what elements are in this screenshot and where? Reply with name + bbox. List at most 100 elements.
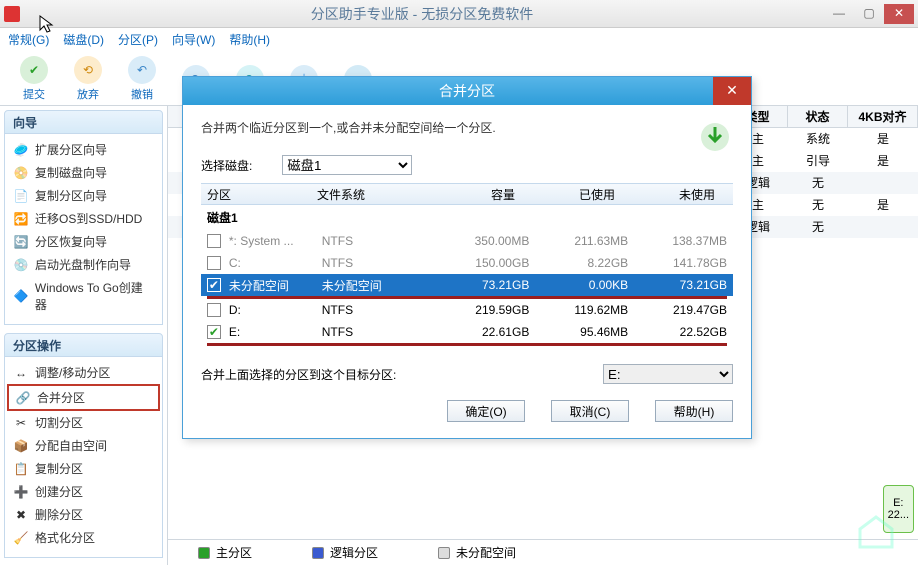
toolbar-discard[interactable]: ⟲ 放弃 [70, 56, 106, 102]
swatch-icon [312, 547, 324, 559]
check-icon: ✔ [20, 56, 48, 84]
delete-icon: ✖ [13, 507, 29, 523]
sidebar-item-label: 启动光盘制作向导 [35, 256, 131, 273]
col-status: 状态 [788, 106, 848, 127]
destination-row: 合并上面选择的分区到这个目标分区: E: [201, 364, 733, 384]
window-title: 分区助手专业版 - 无损分区免费软件 [20, 4, 824, 24]
split-icon: ✂ [13, 415, 29, 431]
create-icon: ➕ [13, 484, 29, 500]
partition-row-selected[interactable]: ✔ 未分配空间 未分配空间 73.21GB 0.00KB 73.21GB [201, 274, 733, 296]
undo-icon: ↶ [128, 56, 156, 84]
checkbox[interactable]: ✔ [207, 278, 221, 292]
disk-select-label: 选择磁盘: [201, 157, 252, 174]
toolbar-discard-label: 放弃 [77, 86, 99, 102]
menubar: 常规(G) 磁盘(D) 分区(P) 向导(W) 帮助(H) [0, 28, 918, 50]
watermark-badge [852, 507, 900, 555]
merge-dialog: 合并分区 ✕ 合并两个临近分区到一个,或合并未分配空间给一个分区. 选择磁盘: … [182, 76, 752, 439]
menu-general[interactable]: 常规(G) [8, 31, 49, 48]
close-button[interactable]: ✕ [884, 4, 914, 24]
sidebar-item-copy-part[interactable]: 📄复制分区向导 [7, 184, 160, 207]
ok-button[interactable]: 确定(O) [447, 400, 525, 422]
legend: 主分区 逻辑分区 未分配空间 [168, 539, 918, 565]
sidebar-item-label: 合并分区 [37, 389, 85, 406]
legend-logical: 逻辑分区 [312, 544, 378, 561]
destination-label: 合并上面选择的分区到这个目标分区: [201, 366, 396, 383]
dialog-description: 合并两个临近分区到一个,或合并未分配空间给一个分区. [201, 119, 733, 136]
menu-help[interactable]: 帮助(H) [229, 31, 270, 48]
dialog-buttons: 确定(O) 取消(C) 帮助(H) [201, 396, 733, 426]
sidebar-item-delete[interactable]: ✖ 删除分区 [7, 503, 160, 526]
checkbox[interactable]: ✔ [207, 325, 221, 339]
sidebar-item-copy-disk[interactable]: 📀复制磁盘向导 [7, 161, 160, 184]
partition-row[interactable]: *: System ... NTFS 350.00MB 211.63MB 138… [201, 230, 733, 252]
sidebar-item-resize[interactable]: ↔ 调整/移动分区 [7, 361, 160, 384]
alloc-icon: 📦 [13, 438, 29, 454]
app-icon [4, 6, 20, 22]
sidebar-item-wintogo[interactable]: 🔷 Windows To Go创建器 [7, 276, 160, 316]
toolbar-commit-label: 提交 [23, 86, 45, 102]
dialog-close-button[interactable]: ✕ [713, 77, 751, 105]
toolbar-undo-label: 撤销 [131, 86, 153, 102]
sidebar-item-split[interactable]: ✂ 切割分区 [7, 411, 160, 434]
legend-unalloc: 未分配空间 [438, 544, 516, 561]
sidebar-item-label: 迁移OS到SSD/HDD [35, 210, 142, 227]
sidebar-item-label: 分区恢复向导 [35, 233, 107, 250]
sidebar-item-create[interactable]: ➕ 创建分区 [7, 480, 160, 503]
sidebar-item-label: 调整/移动分区 [35, 364, 110, 381]
menu-partition[interactable]: 分区(P) [118, 31, 158, 48]
migrate-icon: 🔁 [13, 211, 29, 227]
format-icon: 🧹 [13, 530, 29, 546]
ops-panel: ↔ 调整/移动分区 🔗 合并分区 ✂ 切割分区 📦分配自由空间 📋复制分区 ➕ 创建分区… [4, 357, 163, 558]
dialog-title: 合并分区 ✕ [183, 77, 751, 105]
merge-icon [697, 119, 733, 155]
disk-select[interactable]: 磁盘1 [282, 155, 412, 175]
sidebar-item-label: 格式化分区 [35, 529, 95, 546]
toolbar-undo[interactable]: ↶ 撤销 [124, 56, 160, 102]
recover-icon: 🔄 [13, 234, 29, 250]
sidebar-item-recover[interactable]: 🔄 分区恢复向导 [7, 230, 160, 253]
window-buttons: — ▢ ✕ [824, 4, 914, 24]
sidebar-item-label: 创建分区 [35, 483, 83, 500]
partition-row[interactable]: ✔ E: NTFS 22.61GB 95.46MB 22.52GB [201, 321, 733, 343]
partition-row[interactable]: C: NTFS 150.00GB 8.22GB 141.78GB [201, 252, 733, 274]
destination-select[interactable]: E: [603, 364, 733, 384]
sidebar-item-boot-cd[interactable]: 💿 启动光盘制作向导 [7, 253, 160, 276]
menu-wizard[interactable]: 向导(W) [172, 31, 215, 48]
sidebar-item-extend[interactable]: 🥏 扩展分区向导 [7, 138, 160, 161]
sidebar-item-allocate[interactable]: 📦分配自由空间 [7, 434, 160, 457]
checkbox[interactable] [207, 234, 221, 248]
wizard-panel-header: 向导 [4, 110, 163, 134]
checkbox[interactable] [207, 303, 221, 317]
sidebar-item-format[interactable]: 🧹 格式化分区 [7, 526, 160, 549]
cancel-button[interactable]: 取消(C) [551, 400, 629, 422]
sidebar-item-label: 删除分区 [35, 506, 83, 523]
cd-icon: 💿 [13, 257, 29, 273]
menu-disk[interactable]: 磁盘(D) [63, 31, 104, 48]
disk-icon: 🥏 [13, 142, 29, 158]
copy-icon: 📀 [13, 165, 29, 181]
maximize-button[interactable]: ▢ [854, 4, 884, 24]
merge-icon: 🔗 [15, 390, 31, 406]
resize-icon: ↔ [13, 365, 29, 381]
usb-icon: 🔷 [13, 288, 29, 304]
checkbox[interactable] [207, 256, 221, 270]
ops-panel-header: 分区操作 [4, 333, 163, 357]
sidebar-item-label: 复制分区 [35, 460, 83, 477]
divider-red [207, 343, 727, 346]
toolbar-commit[interactable]: ✔ 提交 [16, 56, 52, 102]
dialog-body: 合并两个临近分区到一个,或合并未分配空间给一个分区. 选择磁盘: 磁盘1 分区 … [183, 105, 751, 438]
partition-table-header: 分区 文件系统 容量 已使用 未使用 [201, 183, 733, 205]
wizard-panel: 🥏 扩展分区向导 📀复制磁盘向导 📄复制分区向导 🔁 迁移OS到SSD/HDD 🔄 分… [4, 134, 163, 325]
sidebar-item-label: 扩展分区向导 [35, 141, 107, 158]
partition-row[interactable]: D: NTFS 219.59GB 119.62MB 219.47GB [201, 299, 733, 321]
help-button[interactable]: 帮助(H) [655, 400, 733, 422]
minimize-button[interactable]: — [824, 4, 854, 24]
sidebar-item-label: Windows To Go创建器 [35, 279, 154, 313]
swatch-icon [198, 547, 210, 559]
legend-primary: 主分区 [198, 544, 252, 561]
sidebar-item-label: 切割分区 [35, 414, 83, 431]
sidebar-item-copy[interactable]: 📋复制分区 [7, 457, 160, 480]
col-4kb: 4KB对齐 [848, 106, 918, 127]
sidebar-item-migrate-os[interactable]: 🔁 迁移OS到SSD/HDD [7, 207, 160, 230]
sidebar-item-merge[interactable]: 🔗 合并分区 [7, 384, 160, 411]
